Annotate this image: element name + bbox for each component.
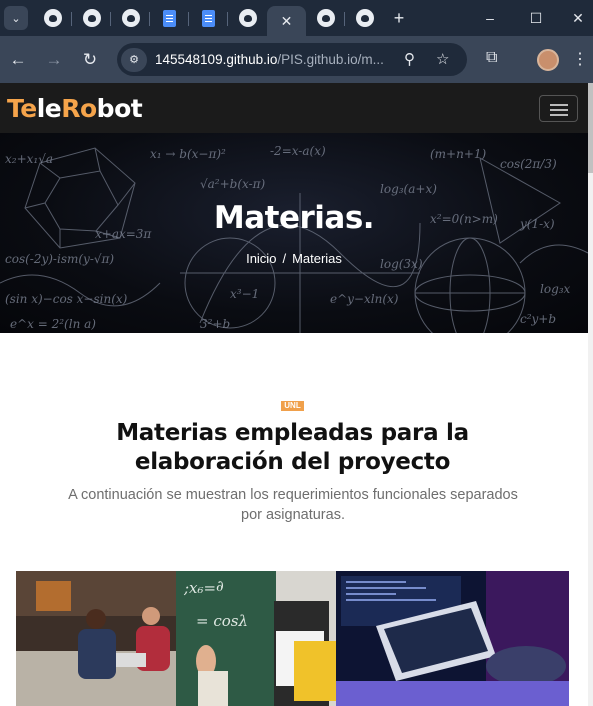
minimize-button[interactable]: – bbox=[467, 0, 513, 36]
site-logo[interactable]: TeleRobot bbox=[7, 94, 143, 123]
svg-text:(m+n+1): (m+n+1) bbox=[430, 147, 487, 161]
svg-text:e^x = 2²(ln a): e^x = 2²(ln a) bbox=[10, 317, 96, 331]
browser-tab-active[interactable]: ✕ bbox=[267, 6, 306, 36]
site-navbar: TeleRobot bbox=[0, 83, 588, 133]
github-icon bbox=[121, 9, 140, 27]
menu-kebab-icon[interactable]: ⋮ bbox=[572, 49, 588, 69]
svg-text:-2=x-a(x): -2=x-a(x) bbox=[270, 144, 326, 158]
logo-part: Ro bbox=[61, 94, 97, 123]
reload-button[interactable]: ↻ bbox=[72, 50, 108, 70]
hamburger-line bbox=[550, 109, 568, 111]
svg-text:;x₆=: ;x₆= bbox=[183, 579, 216, 597]
url-path: /PIS.github.io/m... bbox=[277, 52, 384, 67]
url-host: 145548109.github.io bbox=[155, 52, 278, 67]
new-tab-button[interactable]: + bbox=[384, 8, 414, 29]
close-tab-icon[interactable]: ✕ bbox=[281, 13, 293, 30]
site-info-icon[interactable]: ⚙ bbox=[121, 47, 147, 72]
hamburger-menu-button[interactable] bbox=[539, 95, 578, 122]
github-icon bbox=[316, 9, 335, 27]
page-scrollbar[interactable] bbox=[588, 83, 593, 706]
subject-card-image[interactable] bbox=[16, 571, 176, 706]
svg-text:log₃(a+x): log₃(a+x) bbox=[380, 182, 437, 196]
browser-tab-bar: ⌄ ✕ + – ☐ ✕ bbox=[0, 0, 593, 36]
address-bar[interactable]: ⚙ 145548109.github.io/PIS.github.io/m...… bbox=[117, 43, 467, 76]
chalkboard-student-photo: ;x₆= = cosλ ∂ bbox=[176, 571, 336, 706]
svg-text:= cosλ: = cosλ bbox=[196, 612, 248, 630]
github-icon bbox=[82, 9, 101, 27]
svg-text:c²y+b: c²y+b bbox=[520, 312, 556, 326]
docs-icon bbox=[202, 9, 215, 27]
hamburger-line bbox=[550, 114, 568, 116]
logo-part: le bbox=[36, 94, 62, 123]
scrollbar-thumb[interactable] bbox=[588, 83, 593, 173]
github-icon bbox=[238, 9, 257, 27]
svg-text:(sin x)−cos x−sin(x): (sin x)−cos x−sin(x) bbox=[5, 292, 128, 306]
svg-text:cos(2π/3): cos(2π/3) bbox=[500, 157, 557, 171]
logo-part: Te bbox=[7, 94, 37, 123]
breadcrumb-separator: / bbox=[282, 251, 287, 266]
svg-text:√a²+b(x-π): √a²+b(x-π) bbox=[200, 177, 266, 191]
browser-toolbar: ← → ↻ ⚙ 145548109.github.io/PIS.github.i… bbox=[0, 36, 593, 83]
close-window-button[interactable]: ✕ bbox=[555, 0, 593, 36]
people-meeting-photo bbox=[16, 571, 176, 706]
forward-button[interactable]: → bbox=[36, 50, 72, 70]
hamburger-line bbox=[550, 104, 568, 106]
computer-workstation-photo bbox=[336, 571, 569, 706]
github-icon bbox=[43, 9, 62, 27]
section-badge: UNL bbox=[281, 401, 304, 411]
browser-tab[interactable] bbox=[72, 4, 111, 32]
svg-text:log₃x: log₃x bbox=[540, 282, 571, 296]
browser-tab[interactable] bbox=[33, 4, 72, 32]
bookmark-star-icon[interactable]: ☆ bbox=[436, 50, 449, 68]
browser-tab[interactable] bbox=[189, 4, 228, 32]
maximize-button[interactable]: ☐ bbox=[513, 0, 559, 36]
subject-card-image[interactable]: ;x₆= = cosλ ∂ bbox=[176, 571, 336, 706]
breadcrumb: Inicio / Materias bbox=[0, 251, 588, 266]
svg-text:x₂+x₁√a: x₂+x₁√a bbox=[5, 152, 53, 166]
svg-text:x³−1: x³−1 bbox=[230, 287, 259, 301]
tab-search-button[interactable]: ⌄ bbox=[4, 6, 28, 30]
breadcrumb-home-link[interactable]: Inicio bbox=[246, 251, 276, 266]
svg-text:e^y−xln(x): e^y−xln(x) bbox=[330, 292, 399, 306]
subject-card-image[interactable] bbox=[336, 571, 569, 706]
svg-text:x₁ → b(x−π)²: x₁ → b(x−π)² bbox=[150, 147, 226, 161]
url-text[interactable]: 145548109.github.io/PIS.github.io/m... bbox=[155, 52, 387, 67]
breadcrumb-current: Materias bbox=[292, 251, 342, 266]
extensions-icon[interactable]: ⧉ bbox=[486, 49, 497, 67]
github-icon bbox=[355, 9, 374, 27]
docs-icon bbox=[163, 9, 176, 27]
logo-part: bot bbox=[96, 94, 143, 123]
browser-tab[interactable] bbox=[150, 4, 189, 32]
hero-banner: x₁ → b(x−π)² -2=x-a(x) (m+n+1) cos(2π/3)… bbox=[0, 133, 588, 333]
zoom-icon[interactable]: ⚲ bbox=[404, 50, 415, 68]
browser-tab[interactable] bbox=[228, 4, 267, 32]
page-title: Materias. bbox=[213, 200, 375, 236]
browser-tab[interactable] bbox=[345, 4, 384, 32]
browser-tab[interactable] bbox=[306, 4, 345, 32]
back-button[interactable]: ← bbox=[0, 50, 36, 70]
section-title: Materias empleadas para la elaboración d… bbox=[116, 420, 469, 475]
browser-tab[interactable] bbox=[111, 4, 150, 32]
section-subtitle: A continuación se muestran los requerimi… bbox=[68, 487, 518, 523]
svg-text:∂: ∂ bbox=[216, 577, 224, 595]
svg-text:3²+b: 3²+b bbox=[200, 317, 230, 331]
profile-avatar[interactable] bbox=[537, 49, 559, 71]
